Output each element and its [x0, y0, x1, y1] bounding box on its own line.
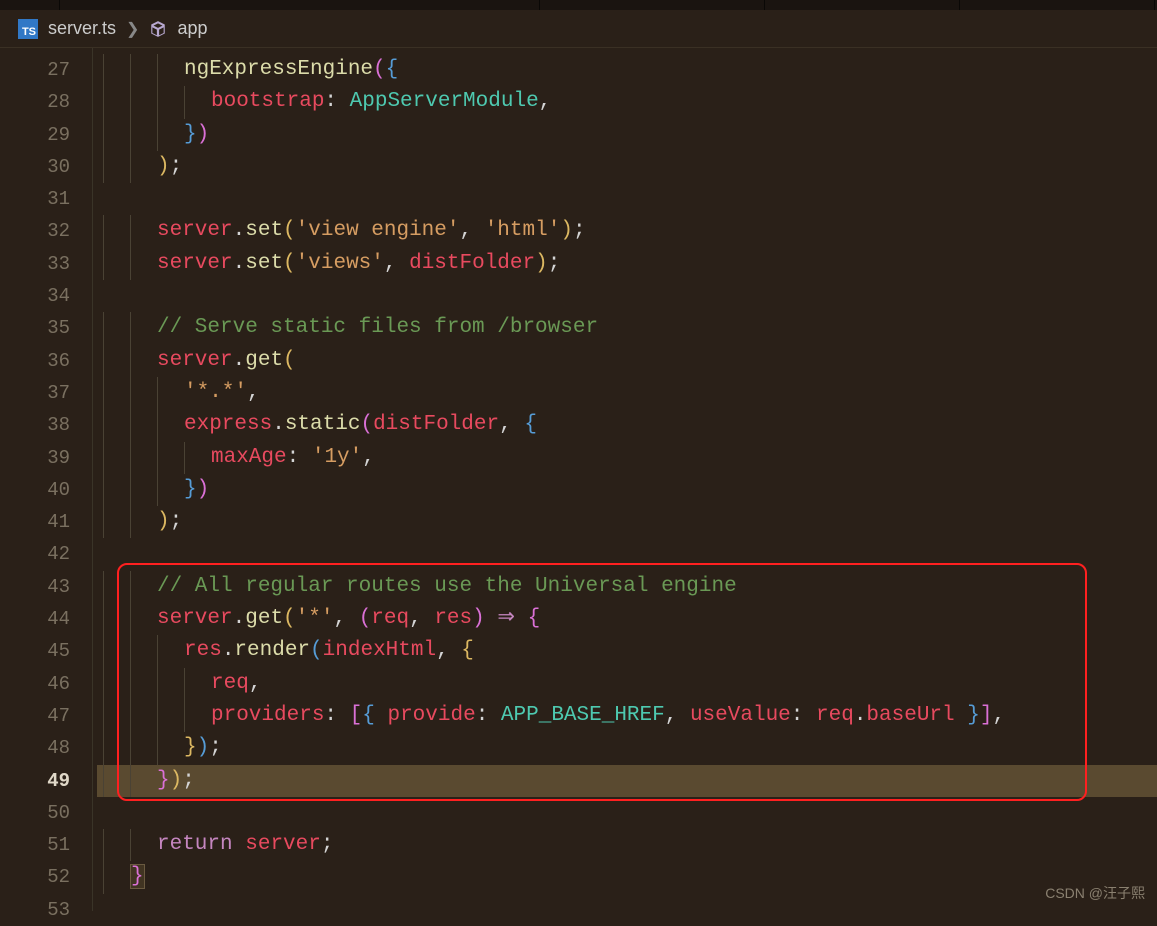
line-number: 46	[0, 668, 70, 700]
code-line[interactable]: res.render(indexHtml, {	[97, 635, 1157, 667]
line-number: 34	[0, 280, 70, 312]
code-line[interactable]: })	[97, 119, 1157, 151]
line-number: 38	[0, 409, 70, 441]
line-number: 30	[0, 151, 70, 183]
code-line[interactable]: providers: [{ provide: APP_BASE_HREF, us…	[97, 700, 1157, 732]
line-number: 49	[0, 765, 70, 797]
typescript-icon: TS	[18, 19, 38, 39]
code-line[interactable]: );	[97, 506, 1157, 538]
code-line[interactable]	[97, 183, 1157, 215]
line-number: 41	[0, 506, 70, 538]
tab[interactable]	[960, 0, 1155, 10]
code-line[interactable]: server.set('view engine', 'html');	[97, 215, 1157, 247]
line-number: 43	[0, 571, 70, 603]
breadcrumb: TS server.ts ❯ app	[0, 10, 1157, 48]
code-line[interactable]: );	[97, 151, 1157, 183]
code-area[interactable]: ngExpressEngine({bootstrap: AppServerMod…	[92, 48, 1157, 911]
line-number: 27	[0, 54, 70, 86]
code-line[interactable]: // All regular routes use the Universal …	[97, 571, 1157, 603]
code-line[interactable]: server.get('*', (req, res) ⇒ {	[97, 603, 1157, 635]
watermark: CSDN @汪子熙	[1045, 883, 1145, 903]
tab[interactable]	[540, 0, 765, 10]
line-number: 48	[0, 732, 70, 764]
line-number: 36	[0, 345, 70, 377]
line-number: 28	[0, 86, 70, 118]
tabs-bar	[0, 0, 1157, 10]
code-line[interactable]	[97, 538, 1157, 570]
code-line[interactable]: });	[97, 765, 1157, 797]
line-number: 50	[0, 797, 70, 829]
code-line[interactable]: });	[97, 732, 1157, 764]
code-line[interactable]: server.get(	[97, 345, 1157, 377]
code-line[interactable]: '*.*',	[97, 377, 1157, 409]
code-line[interactable]	[97, 894, 1157, 926]
line-number: 51	[0, 829, 70, 861]
line-number: 33	[0, 248, 70, 280]
line-number: 45	[0, 635, 70, 667]
line-number: 42	[0, 538, 70, 570]
code-line[interactable]	[97, 797, 1157, 829]
code-line[interactable]: req,	[97, 668, 1157, 700]
code-line[interactable]: }	[97, 861, 1157, 893]
line-number: 37	[0, 377, 70, 409]
line-number: 40	[0, 474, 70, 506]
code-line[interactable]	[97, 280, 1157, 312]
code-line[interactable]: express.static(distFolder, {	[97, 409, 1157, 441]
code-line[interactable]: })	[97, 474, 1157, 506]
line-number: 47	[0, 700, 70, 732]
code-line[interactable]: bootstrap: AppServerModule,	[97, 86, 1157, 118]
line-number: 35	[0, 312, 70, 344]
code-line[interactable]: return server;	[97, 829, 1157, 861]
breadcrumb-symbol[interactable]: app	[177, 18, 207, 39]
code-line[interactable]: server.set('views', distFolder);	[97, 248, 1157, 280]
tab[interactable]	[0, 0, 60, 10]
code-line[interactable]: ngExpressEngine({	[97, 54, 1157, 86]
code-line[interactable]: maxAge: '1y',	[97, 442, 1157, 474]
line-number: 52	[0, 861, 70, 893]
module-icon	[149, 20, 167, 38]
chevron-right-icon: ❯	[126, 19, 139, 39]
line-number: 29	[0, 119, 70, 151]
line-number: 44	[0, 603, 70, 635]
line-numbers-gutter: 2728293031323334353637383940414243444546…	[0, 48, 92, 911]
tab[interactable]	[60, 0, 540, 10]
code-editor[interactable]: 2728293031323334353637383940414243444546…	[0, 48, 1157, 911]
line-number: 32	[0, 215, 70, 247]
line-number: 53	[0, 894, 70, 926]
code-line[interactable]: // Serve static files from /browser	[97, 312, 1157, 344]
tab[interactable]	[765, 0, 960, 10]
line-number: 39	[0, 442, 70, 474]
line-number: 31	[0, 183, 70, 215]
breadcrumb-file[interactable]: server.ts	[48, 18, 116, 39]
